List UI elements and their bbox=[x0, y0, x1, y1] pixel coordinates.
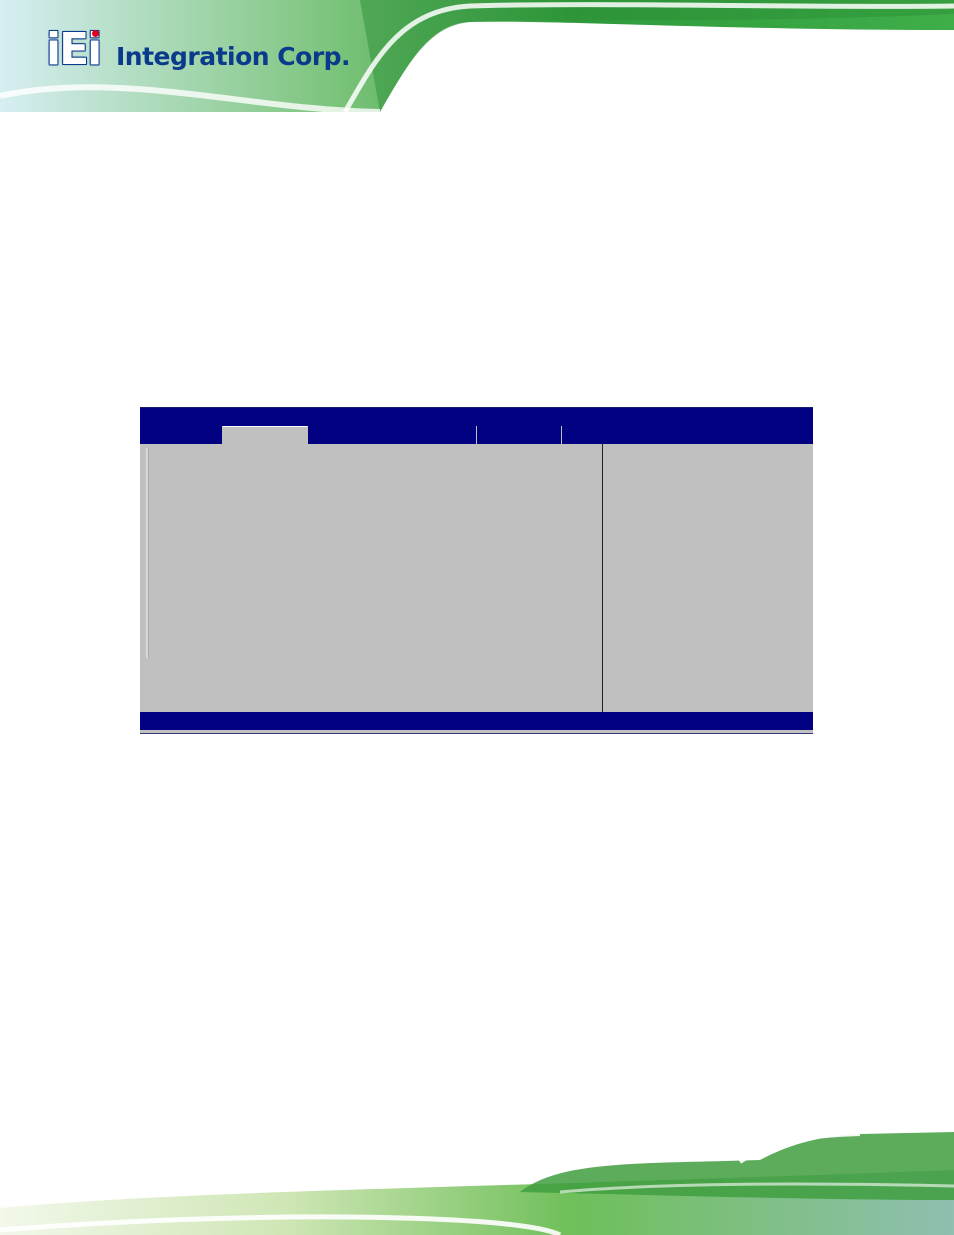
bios-setup-screen bbox=[140, 407, 813, 734]
bios-help-panel bbox=[603, 444, 813, 712]
logo-wordmark: Integration Corp. bbox=[116, 42, 351, 71]
bios-options-panel bbox=[140, 444, 602, 712]
logo-dot-icon bbox=[92, 30, 99, 37]
bios-title-bar bbox=[140, 408, 813, 426]
bios-panel-edge bbox=[146, 448, 149, 658]
bios-bottom-border bbox=[140, 730, 813, 734]
bios-tab-5[interactable] bbox=[562, 426, 813, 444]
bios-tab-3[interactable] bbox=[308, 426, 477, 444]
bios-tab-1[interactable] bbox=[140, 426, 223, 444]
footer-banner bbox=[0, 1132, 954, 1235]
bios-tab-2-active[interactable] bbox=[223, 426, 308, 445]
bios-tab-4[interactable] bbox=[477, 426, 562, 444]
bios-status-bar bbox=[140, 712, 813, 730]
bios-menu-tabs bbox=[140, 426, 813, 445]
